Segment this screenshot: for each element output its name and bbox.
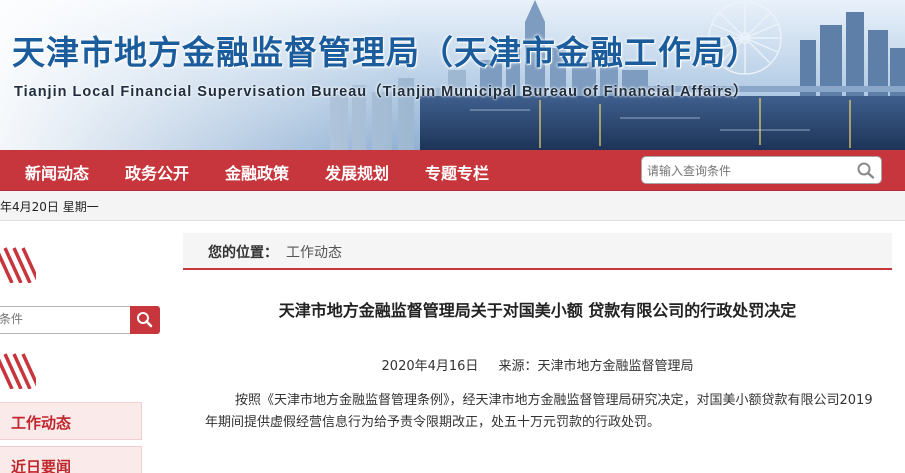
nav-item-news[interactable]: 新闻动态 <box>25 160 89 184</box>
stripe-decoration-icon <box>0 353 36 389</box>
sidebar-decorative-stripes <box>0 348 36 389</box>
sidebar-item-label: 近日要闻 <box>11 458 72 473</box>
breadcrumb: 您的位置： 工作动态 <box>183 233 892 270</box>
sidebar-item-label: 工作动态 <box>11 414 72 432</box>
magnifier-icon <box>137 312 153 328</box>
stripe-decoration-icon <box>0 247 36 283</box>
article-source: 来源：天津市地方金融监督管理局 <box>498 359 694 374</box>
sidebar-search-button[interactable] <box>130 306 160 334</box>
sidebar-item-recent-news[interactable]: 近日要闻 <box>0 446 142 473</box>
article-title: 天津市地方金融监督管理局关于对国美小额 贷款有限公司的行政处罚决定 <box>278 301 797 320</box>
sidebar-item-work-news[interactable]: 工作动态 <box>0 402 142 440</box>
site-title: 天津市地方金融监督管理局（天津市金融工作局） <box>12 33 760 72</box>
article-body: 按照《天津市地方金融监督管理条例》，经天津市地方金融监督管理局研究决定，对国美小… <box>205 393 873 430</box>
nav-item-financial-policy[interactable]: 金融政策 <box>225 160 289 184</box>
breadcrumb-prefix: 您的位置： <box>208 245 278 261</box>
header-banner: 天津市地方金融监督管理局（天津市金融工作局） Tianjin Local Fin… <box>0 0 905 150</box>
nav-item-government-affairs[interactable]: 政务公开 <box>125 160 189 184</box>
nav-item-development-planning[interactable]: 发展规划 <box>325 160 389 184</box>
header-search-input[interactable] <box>647 161 842 180</box>
header-search-button[interactable] <box>855 160 877 180</box>
article-date: 2020年4月16日 <box>381 359 479 374</box>
sidebar-decorative-stripes <box>0 242 36 283</box>
magnifier-icon <box>857 162 875 179</box>
current-date: 年4月20日 星期一 <box>0 200 99 214</box>
breadcrumb-link-work-news[interactable]: 工作动态 <box>286 242 342 262</box>
date-bar: 年4月20日 星期一 <box>0 191 905 221</box>
nav-item-special-topics[interactable]: 专题专栏 <box>425 160 489 184</box>
city-skyline-image <box>0 0 905 150</box>
header-search <box>641 156 882 184</box>
sidebar-search <box>0 306 132 334</box>
sidebar-search-input[interactable] <box>0 312 119 326</box>
site-subtitle: Tianjin Local Financial Supervisation Bu… <box>14 84 749 100</box>
article-meta: 2020年4月16日 来源：天津市地方金融监督管理局 <box>183 355 892 374</box>
